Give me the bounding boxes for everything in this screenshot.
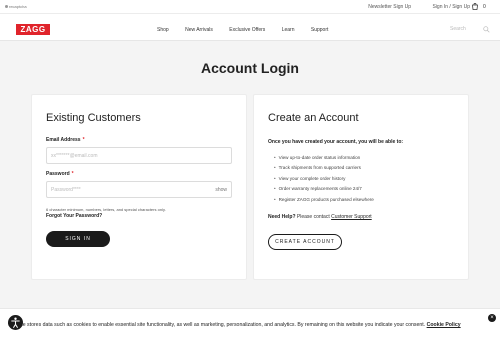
cookie-banner: website stores data such as cookies to e…: [0, 308, 500, 348]
existing-customers-heading: Existing Customers: [46, 112, 141, 124]
benefit-item: View up-to-date order status information: [274, 155, 374, 165]
main-nav: Shop New Arrivals Exclusive Offers Learn…: [157, 27, 343, 33]
email-placeholder: xx*******@email.com: [51, 153, 98, 159]
cookie-text-block: website stores data such as cookies to e…: [8, 321, 478, 330]
help-label: Need Help?: [268, 214, 296, 220]
cart-icon: [472, 3, 478, 10]
password-field[interactable]: Password**** show: [46, 181, 232, 198]
benefit-item: Track shipments from supported carriers: [274, 165, 374, 175]
cart-count: 0: [483, 4, 486, 10]
existing-customers-card: Existing Customers Email Address * xx****…: [31, 94, 247, 280]
cart-button[interactable]: 0: [472, 2, 488, 12]
cookie-text: website stores data such as cookies to e…: [8, 322, 426, 328]
sign-in-button[interactable]: SIGN IN: [46, 231, 110, 247]
benefit-item: Order warranty replacements online 24/7: [274, 186, 374, 196]
search-icon[interactable]: [483, 26, 490, 33]
top-utility-bar: recaptcha Newsletter Sign Up Sign In / S…: [0, 0, 500, 14]
password-placeholder: Password****: [51, 187, 81, 193]
nav-support[interactable]: Support: [311, 27, 329, 33]
password-label: Password *: [46, 171, 74, 177]
utility-links: Newsletter Sign Up Sign In / Sign Up: [348, 4, 470, 10]
forgot-password-link[interactable]: Forgot Your Password?: [46, 213, 102, 219]
recaptcha-badge: recaptcha: [5, 4, 27, 9]
cookie-policy-link[interactable]: Cookie Policy: [427, 322, 461, 328]
search-box[interactable]: Search: [450, 25, 492, 34]
zagg-logo[interactable]: ZAGG: [16, 24, 50, 35]
nav-learn[interactable]: Learn: [282, 27, 295, 33]
search-placeholder: Search: [450, 26, 466, 32]
signin-link[interactable]: Sign In / Sign Up: [432, 4, 470, 10]
recaptcha-text: recaptcha: [9, 4, 27, 9]
recaptcha-icon: [5, 5, 8, 9]
password-label-text: Password: [46, 171, 70, 177]
email-field[interactable]: xx*******@email.com: [46, 147, 232, 164]
customer-support-link[interactable]: Customer Support: [331, 214, 372, 220]
nav-new-arrivals[interactable]: New Arrivals: [185, 27, 213, 33]
newsletter-link[interactable]: Newsletter Sign Up: [368, 4, 411, 10]
email-label-text: Email Address: [46, 137, 81, 143]
accessibility-button[interactable]: [8, 315, 23, 330]
main-header: ZAGG Shop New Arrivals Exclusive Offers …: [0, 14, 500, 41]
password-hint: 6 character minimum, numbers, letters, a…: [46, 207, 166, 212]
close-icon[interactable]: ×: [488, 314, 496, 322]
required-mark: *: [71, 171, 74, 177]
benefit-item: Register ZAGG products purchased elsewhe…: [274, 197, 374, 207]
show-password-toggle[interactable]: show: [215, 187, 227, 193]
create-account-button[interactable]: CREATE ACCOUNT: [268, 234, 342, 250]
create-account-card: Create an Account Once you have created …: [253, 94, 469, 280]
create-intro: Once you have created your account, you …: [268, 139, 404, 145]
help-line: Need Help? Please contact Customer Suppo…: [268, 214, 372, 220]
accessibility-icon: [11, 317, 20, 328]
required-mark: *: [82, 137, 85, 143]
nav-shop[interactable]: Shop: [157, 27, 169, 33]
help-text: Please contact: [296, 214, 330, 220]
email-label: Email Address *: [46, 137, 85, 143]
benefits-list: View up-to-date order status information…: [274, 155, 374, 207]
benefit-item: View your complete order history: [274, 176, 374, 186]
page-title: Account Login: [201, 60, 299, 76]
nav-exclusive-offers[interactable]: Exclusive Offers: [229, 27, 265, 33]
create-account-heading: Create an Account: [268, 112, 359, 124]
